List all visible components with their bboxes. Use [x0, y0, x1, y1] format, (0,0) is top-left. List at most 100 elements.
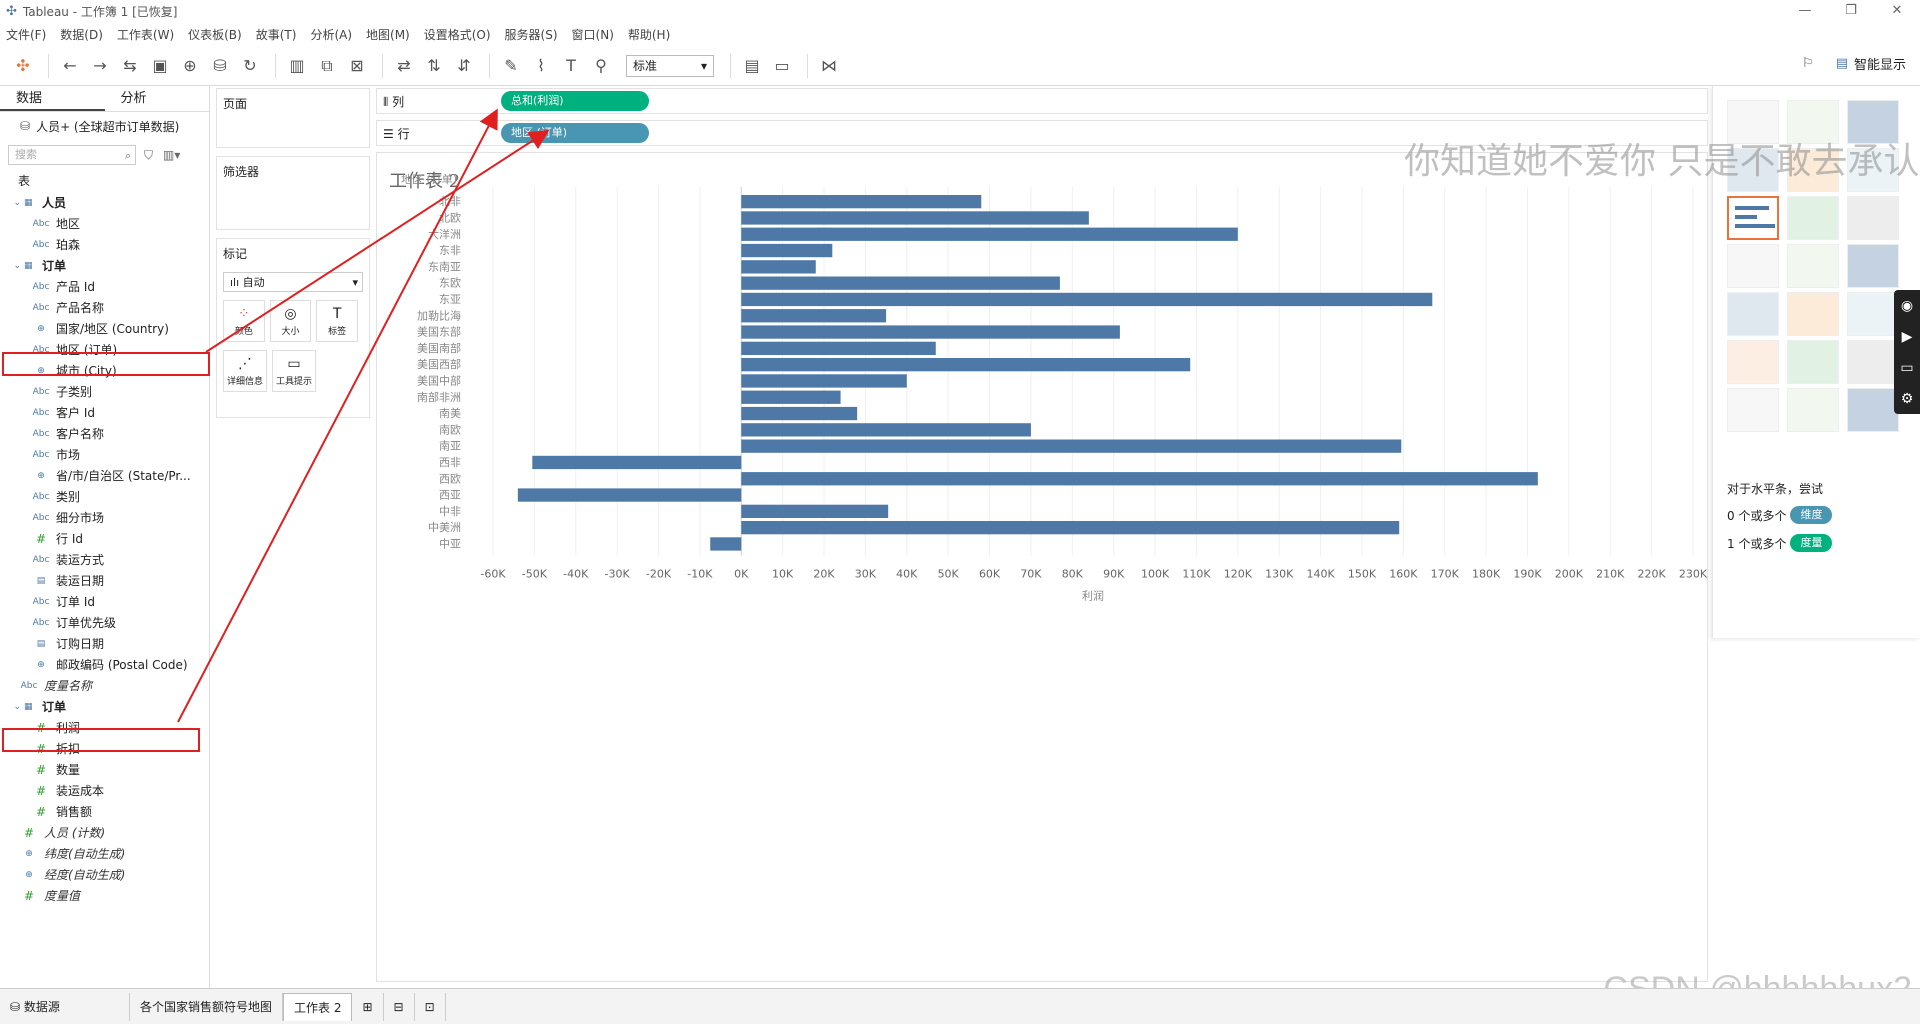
datasource-item[interactable]: ⛁ 人员+ (全球超市订单数据) [0, 112, 209, 140]
clear-sheet-icon[interactable]: ⊠ [344, 53, 370, 79]
show-cards-icon[interactable]: ▤ [739, 53, 765, 79]
tableau-start-icon[interactable]: ✣ [10, 53, 36, 79]
bar-mark[interactable] [741, 276, 1060, 290]
field-item[interactable]: ⊕ 国家/地区 (Country) [0, 318, 208, 339]
field-item[interactable]: ▤ 订购日期 [0, 633, 208, 654]
field-item[interactable]: # 人员 (计数) [0, 822, 208, 843]
field-item[interactable]: # 度量值 [0, 885, 208, 906]
pages-shelf[interactable]: 页面 [216, 88, 370, 148]
rows-pill-region[interactable]: 地区 (订单) [501, 123, 649, 143]
duplicate-sheet-icon[interactable]: ⧉ [314, 53, 340, 79]
menu-item[interactable]: 窗口(N) [572, 26, 614, 43]
field-item[interactable]: Abc 细分市场 [0, 507, 208, 528]
bar-mark[interactable] [741, 374, 907, 388]
show-me-chart-thumbnail[interactable] [1727, 196, 1779, 240]
field-item[interactable]: # 装运成本 [0, 780, 208, 801]
field-item[interactable]: Abc 订单 Id [0, 591, 208, 612]
bar-mark[interactable] [741, 211, 1089, 225]
field-item[interactable]: ⊕ 邮政编码 (Postal Code) [0, 654, 208, 675]
replay-icon[interactable]: ⇆ [117, 53, 143, 79]
field-item[interactable]: # 销售额 [0, 801, 208, 822]
field-item[interactable]: Abc 客户 Id [0, 402, 208, 423]
show-me-chart-thumbnail[interactable] [1727, 292, 1779, 336]
menu-item[interactable]: 工作表(W) [117, 26, 174, 43]
label-button[interactable]: T 标签 [316, 300, 359, 342]
bar-mark[interactable] [741, 243, 833, 258]
color-button[interactable]: ⁘ 颜色 [223, 300, 265, 342]
highlight-icon[interactable]: ✎ [498, 53, 524, 79]
show-me-chart-thumbnail[interactable] [1847, 292, 1899, 336]
bar-mark[interactable] [741, 358, 1191, 372]
camera-icon[interactable]: ◉ [1901, 298, 1913, 314]
filters-shelf[interactable]: 筛选器 [216, 156, 370, 230]
field-item[interactable]: ⊕ 省/市/自治区 (State/Pr... [0, 465, 208, 486]
field-item[interactable]: Abc 类别 [0, 486, 208, 507]
sort-desc-icon[interactable]: ⇵ [451, 53, 477, 79]
group-icon[interactable]: ⌇ [528, 53, 554, 79]
new-story-icon[interactable]: ⊡ [415, 992, 446, 1021]
field-item[interactable]: Abc 产品 Id [0, 276, 208, 297]
bar-mark[interactable] [741, 406, 858, 421]
columns-pill-sum-profit[interactable]: 总和(利润) [501, 91, 649, 111]
settings-gear-icon[interactable]: ⚙ [1901, 391, 1914, 407]
tab-data[interactable]: 数据 [0, 86, 105, 111]
field-item[interactable]: Abc 珀森 [0, 234, 208, 255]
size-button[interactable]: ◎ 大小 [269, 300, 312, 342]
show-me-chart-thumbnail[interactable] [1787, 244, 1839, 288]
view-options-icon[interactable]: ▥▾ [163, 148, 180, 162]
show-me-chart-thumbnail[interactable] [1847, 244, 1899, 288]
field-item[interactable]: Abc 市场 [0, 444, 208, 465]
restore-icon[interactable]: ❐ [1828, 0, 1874, 22]
search-input[interactable]: 搜索 ⌕ [8, 145, 136, 165]
field-item[interactable]: ⊕ 经度(自动生成) [0, 864, 208, 885]
pin-icon[interactable]: ⚐ [1802, 56, 1814, 71]
smart-display-button[interactable]: ⚐ ▤ 智能显示 [1802, 54, 1906, 73]
pause-update-icon[interactable]: ⛁ [207, 53, 233, 79]
fix-axes-icon[interactable]: ⚲ [588, 53, 614, 79]
bar-mark[interactable] [710, 537, 742, 551]
menu-item[interactable]: 设置格式(O) [424, 26, 491, 43]
bar-mark[interactable] [741, 439, 1402, 453]
show-me-chart-thumbnail[interactable] [1727, 340, 1779, 384]
menu-item[interactable]: 故事(T) [256, 26, 297, 43]
mark-type-select[interactable]: ılı 自动 ▾ [223, 272, 363, 292]
menu-item[interactable]: 帮助(H) [628, 26, 670, 43]
field-item[interactable]: # 数量 [0, 759, 208, 780]
bar-mark[interactable] [517, 488, 742, 502]
field-item[interactable]: Abc 订单优先级 [0, 612, 208, 633]
tooltip-button[interactable]: ▭ 工具提示 [272, 350, 316, 392]
presentation-icon[interactable]: ▭ [769, 53, 795, 79]
show-me-chart-thumbnail[interactable] [1847, 196, 1899, 240]
table-group[interactable]: ⌄ ▦ 订单 [0, 696, 208, 717]
swap-icon[interactable]: ⇄ [391, 53, 417, 79]
menu-item[interactable]: 文件(F) [6, 26, 46, 43]
menu-item[interactable]: 数据(D) [60, 26, 103, 43]
bar-mark[interactable] [741, 504, 889, 518]
field-item[interactable]: ⊕ 纬度(自动生成) [0, 843, 208, 864]
sheet-tab-map[interactable]: 各个国家销售额符号地图 [130, 992, 284, 1021]
menu-item[interactable]: 服务器(S) [505, 26, 558, 43]
field-item[interactable]: ▤ 装运日期 [0, 570, 208, 591]
bar-mark[interactable] [741, 390, 841, 404]
field-item[interactable]: Abc 装运方式 [0, 549, 208, 570]
table-group[interactable]: ⌄ ▦ 订单 [0, 255, 208, 276]
show-me-chart-thumbnail[interactable] [1847, 340, 1899, 384]
tab-analysis[interactable]: 分析 [105, 86, 210, 111]
new-dashboard-icon[interactable]: ⊟ [384, 992, 415, 1021]
close-icon[interactable]: ✕ [1874, 0, 1920, 22]
new-sheet-icon[interactable]: ▥ [284, 53, 310, 79]
show-me-chart-thumbnail[interactable] [1787, 340, 1839, 384]
refresh-icon[interactable]: ↻ [237, 53, 263, 79]
field-item[interactable]: Abc 客户名称 [0, 423, 208, 444]
sort-asc-icon[interactable]: ⇅ [421, 53, 447, 79]
bar-mark[interactable] [741, 292, 1433, 307]
sheet-tab-worksheet2[interactable]: 工作表 2 [283, 992, 353, 1021]
show-me-chart-thumbnail[interactable] [1787, 196, 1839, 240]
field-item[interactable]: Abc 子类别 [0, 381, 208, 402]
field-item[interactable]: Abc 地区 [0, 213, 208, 234]
undo-icon[interactable]: ← [57, 53, 83, 79]
bar-mark[interactable] [741, 423, 1031, 437]
bar-mark[interactable] [741, 195, 982, 209]
field-item[interactable]: Abc 产品名称 [0, 297, 208, 318]
show-me-chart-thumbnail[interactable] [1847, 388, 1899, 432]
